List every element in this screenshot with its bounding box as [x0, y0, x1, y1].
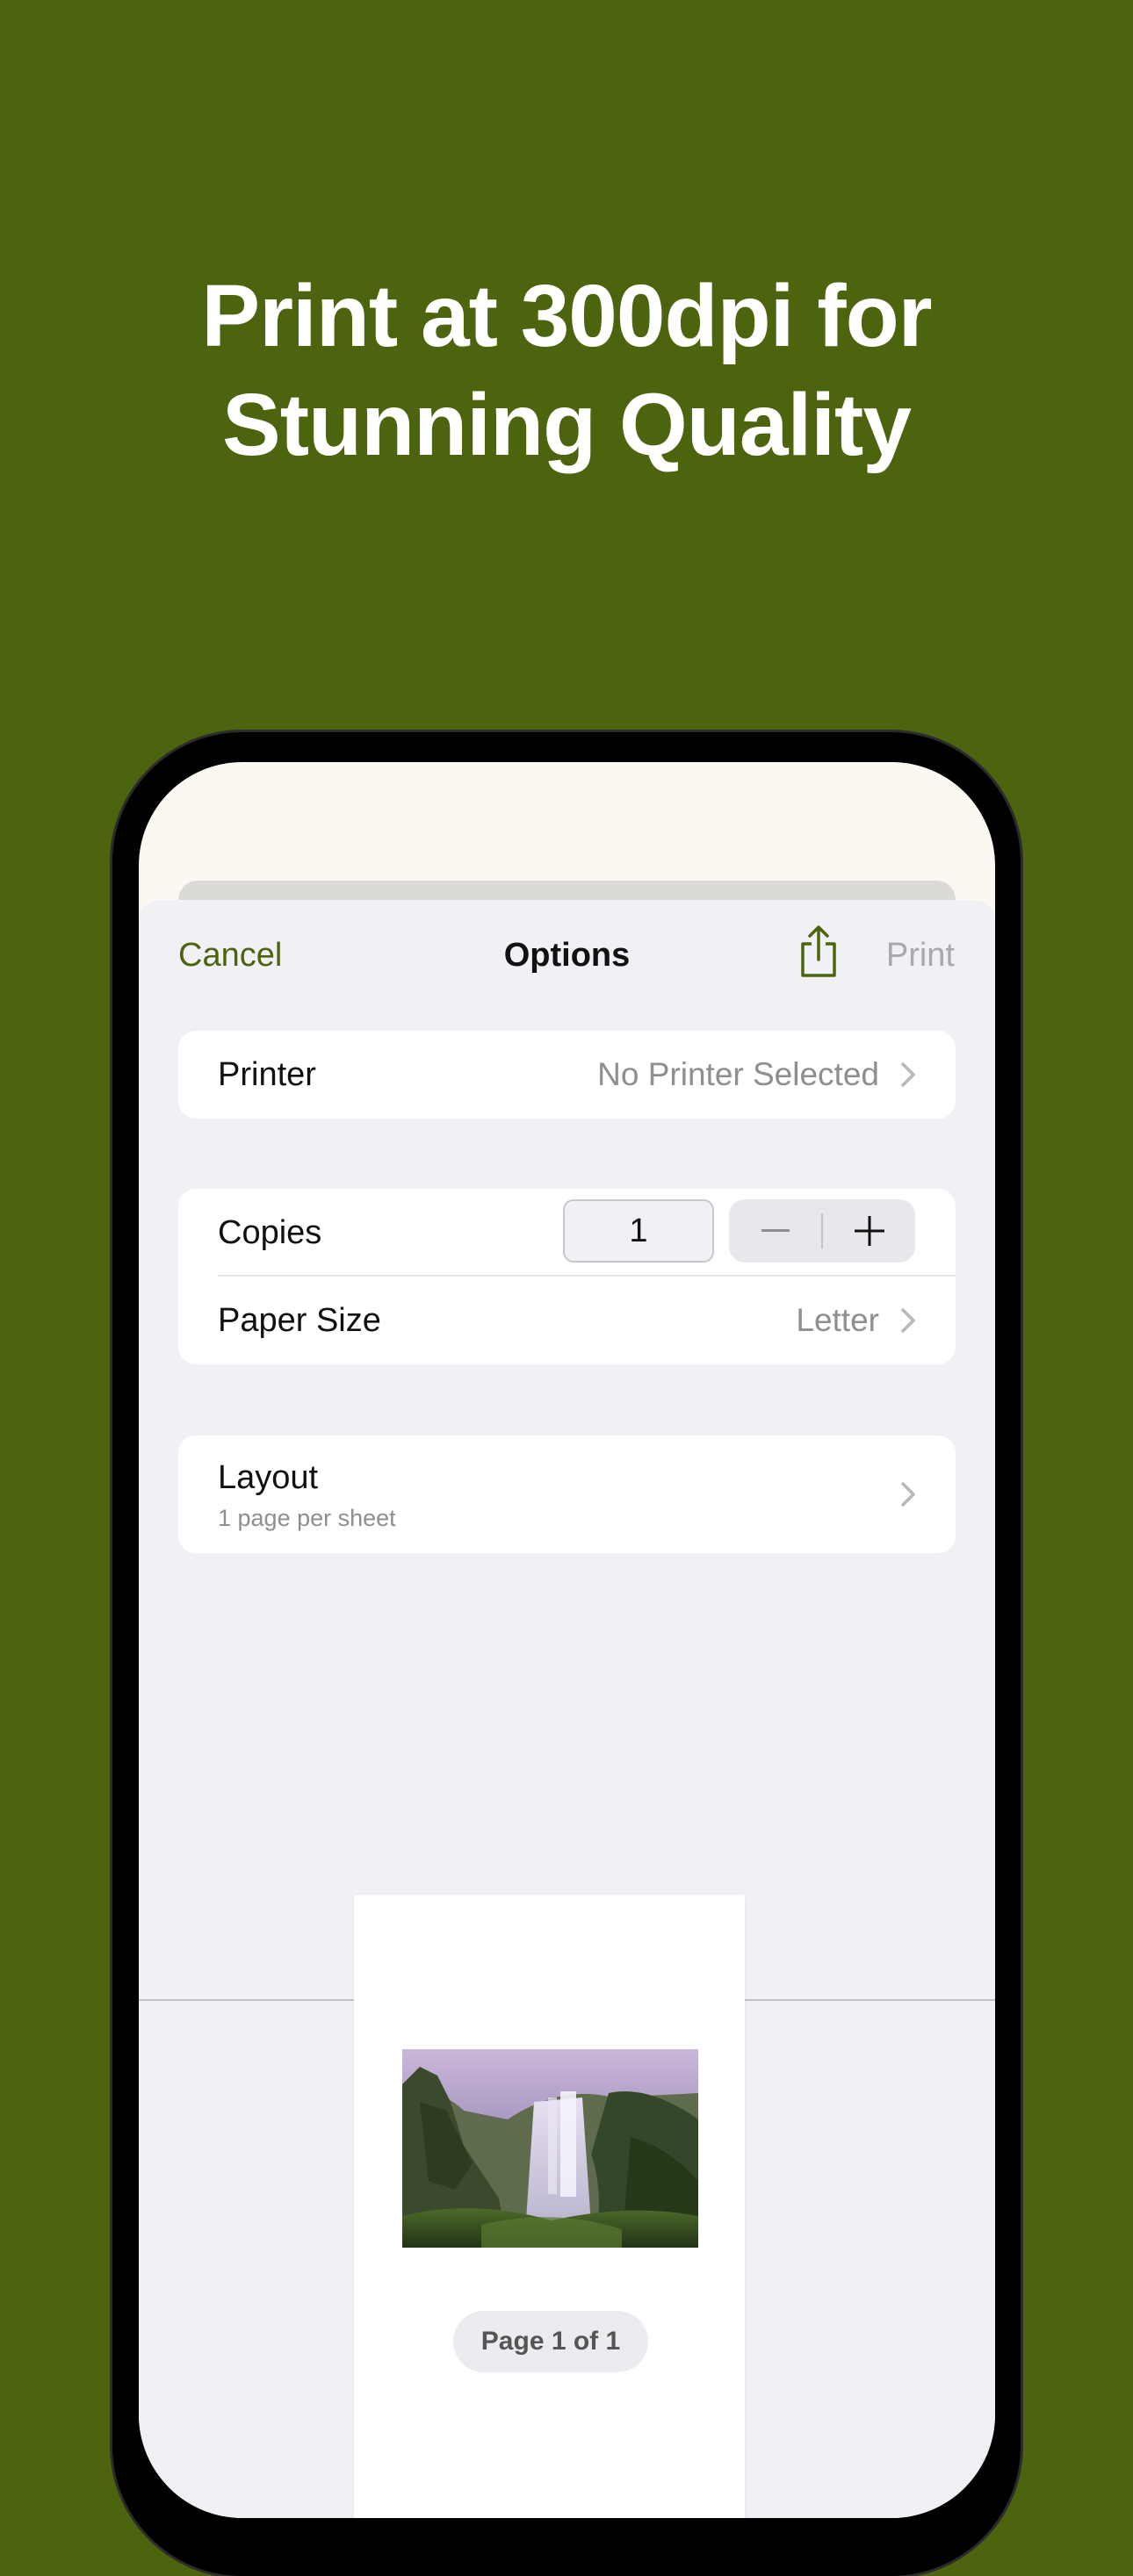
printer-group: Printer No Printer Selected: [178, 1031, 956, 1119]
layout-text: Layout 1 page per sheet: [218, 1457, 900, 1532]
nav-title: Options: [503, 937, 631, 974]
paper-size-value: Letter: [796, 1302, 879, 1338]
copies-row: Copies 1: [178, 1189, 956, 1277]
headline-line-1: Print at 300dpi for: [201, 267, 932, 365]
headline: Print at 300dpi for Stunning Quality: [0, 262, 1133, 479]
headline-line-2: Stunning Quality: [222, 376, 912, 474]
copies-stepper: [729, 1199, 915, 1263]
layout-group: Layout 1 page per sheet: [178, 1436, 956, 1553]
paper-size-label: Paper Size: [218, 1301, 381, 1339]
print-preview-page[interactable]: Page 1 of 1: [354, 1895, 745, 2518]
increment-button[interactable]: [823, 1199, 915, 1263]
print-button[interactable]: Print: [886, 937, 955, 975]
chevron-right-icon: [901, 1062, 915, 1087]
chevron-right-icon: [901, 1482, 915, 1507]
printer-label: Printer: [218, 1055, 316, 1093]
navigation-bar: Cancel Options Print: [139, 900, 995, 1014]
chevron-right-icon: [901, 1308, 915, 1333]
minus-icon: [761, 1229, 790, 1232]
layout-subtitle: 1 page per sheet: [218, 1504, 396, 1531]
layout-row[interactable]: Layout 1 page per sheet: [178, 1436, 956, 1553]
printer-row[interactable]: Printer No Printer Selected: [178, 1031, 956, 1119]
copies-input[interactable]: 1: [563, 1199, 714, 1263]
waterfall-photo: [402, 2049, 698, 2248]
share-icon[interactable]: [796, 925, 841, 979]
decrement-button[interactable]: [729, 1199, 821, 1263]
phone-screen: Cancel Options Print Printer No Printer …: [139, 762, 995, 2518]
plus-icon: [854, 1216, 884, 1246]
layout-label: Layout: [218, 1458, 319, 1496]
paper-size-row[interactable]: Paper Size Letter: [178, 1277, 956, 1364]
page-indicator: Page 1 of 1: [453, 2311, 648, 2372]
printer-value: No Printer Selected: [597, 1056, 879, 1092]
copies-paper-group: Copies 1 Paper Size Letter: [178, 1189, 956, 1364]
